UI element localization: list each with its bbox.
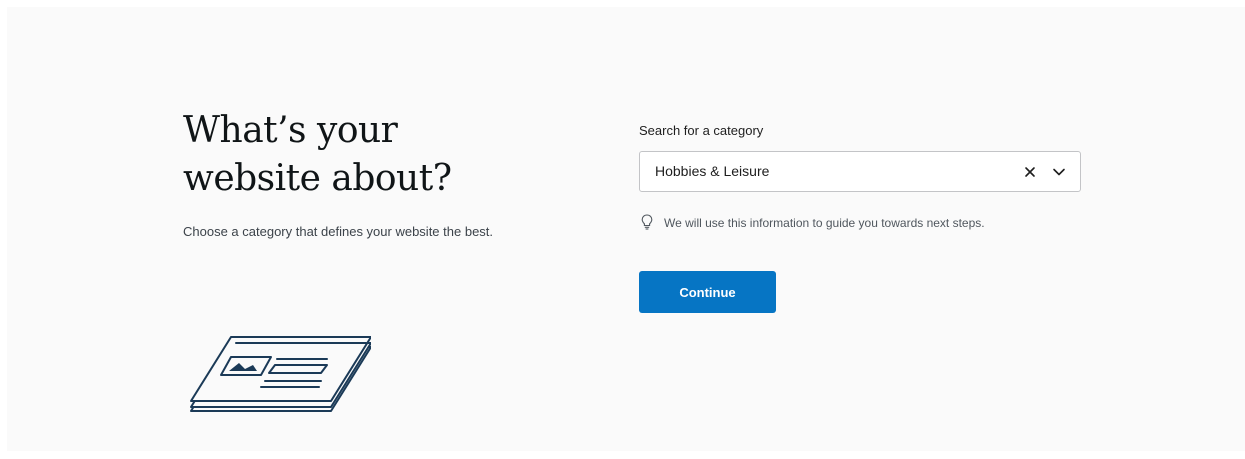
page-subtitle: Choose a category that defines your webs… (183, 224, 494, 239)
lightbulb-icon (641, 214, 653, 230)
chevron-down-icon[interactable] (1052, 165, 1066, 179)
category-select[interactable]: Hobbies & Leisure (639, 151, 1081, 192)
page-container: What’s your website about? Choose a categ… (7, 7, 1245, 451)
continue-button[interactable]: Continue (639, 271, 776, 313)
category-search-label: Search for a category (639, 123, 764, 138)
page-title: What’s your website about? (183, 107, 452, 203)
website-layout-illustration (190, 336, 371, 412)
page-title-line-2: website about? (183, 158, 452, 199)
category-select-value[interactable]: Hobbies & Leisure (655, 163, 769, 179)
category-hint-text: We will use this information to guide yo… (664, 216, 985, 230)
close-icon[interactable] (1024, 165, 1036, 179)
page-title-line-1: What’s your (183, 110, 398, 151)
